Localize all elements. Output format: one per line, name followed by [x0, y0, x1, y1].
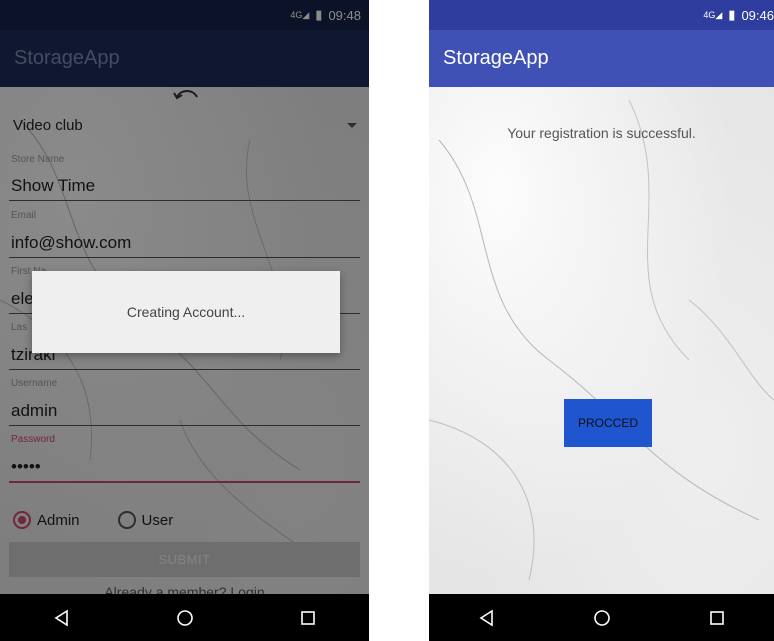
app-bar: StorageApp: [0, 30, 369, 87]
battery-icon: ▮: [315, 7, 323, 22]
field-underline: [9, 257, 360, 258]
battery-icon: ▮: [728, 7, 736, 22]
field-label: Las: [11, 322, 28, 333]
user-radio-label: User: [141, 511, 174, 529]
store-type-value: Video club: [13, 117, 83, 134]
field-underline: [9, 481, 360, 483]
status-bar: 4G◢ ▮ 09:48: [0, 0, 369, 30]
home-circle-icon: [593, 609, 610, 626]
navigation-bar: [0, 594, 369, 641]
submit-button[interactable]: SUBMIT: [9, 542, 360, 577]
field-value: Show Time: [11, 176, 96, 195]
field-value: info@show.com: [11, 233, 132, 252]
recents-button[interactable]: [697, 598, 737, 638]
back-triangle-icon: [54, 609, 68, 626]
field-underline: [9, 425, 360, 426]
field-value: admin: [11, 401, 58, 420]
recents-button[interactable]: [288, 598, 328, 638]
home-button[interactable]: [582, 598, 622, 638]
recents-square-icon: [709, 610, 724, 625]
signal-icon: 4G◢: [290, 9, 310, 20]
field-underline: [9, 369, 360, 370]
status-time: 09:46: [741, 7, 774, 23]
field-value: •••••: [11, 457, 41, 476]
role-radio-group: Admin User: [13, 511, 173, 529]
app-title: StorageApp: [443, 47, 549, 69]
admin-radio[interactable]: [13, 511, 31, 529]
field-label: Password: [11, 434, 55, 445]
field-label: Email: [11, 210, 37, 221]
app-bar: StorageApp: [429, 30, 774, 87]
recents-square-icon: [300, 610, 315, 625]
progress-dialog: Creating Account...: [32, 271, 340, 353]
success-message: Your registration is successful.: [507, 125, 696, 141]
back-button[interactable]: [42, 598, 82, 638]
dropdown-arrow-icon: [347, 123, 357, 128]
back-button[interactable]: [467, 598, 507, 638]
field-label: Username: [11, 378, 58, 389]
navigation-bar: [429, 594, 774, 641]
signal-icon: 4G◢: [703, 9, 723, 20]
status-time: 09:48: [328, 7, 361, 23]
admin-radio-label: Admin: [37, 511, 80, 529]
back-triangle-icon: [479, 609, 493, 626]
proceed-button[interactable]: PROCCED: [564, 399, 652, 447]
marble-background: [429, 0, 774, 641]
status-bar: 4G◢ ▮ 09:46: [429, 0, 774, 30]
dialog-message: Creating Account...: [126, 304, 246, 320]
undo-icon[interactable]: [171, 87, 201, 101]
app-title: StorageApp: [14, 47, 120, 69]
left-phone-screen: 4G◢ ▮ 09:48 StorageApp Video club Store …: [0, 0, 369, 641]
home-button[interactable]: [165, 598, 205, 638]
field-value: ele: [11, 289, 34, 308]
right-phone-screen: 4G◢ ▮ 09:46 StorageApp Your registration…: [429, 0, 774, 641]
field-underline: [9, 200, 360, 201]
user-radio[interactable]: [117, 511, 136, 529]
home-circle-icon: [176, 609, 193, 626]
field-label: Store Name: [11, 154, 65, 165]
